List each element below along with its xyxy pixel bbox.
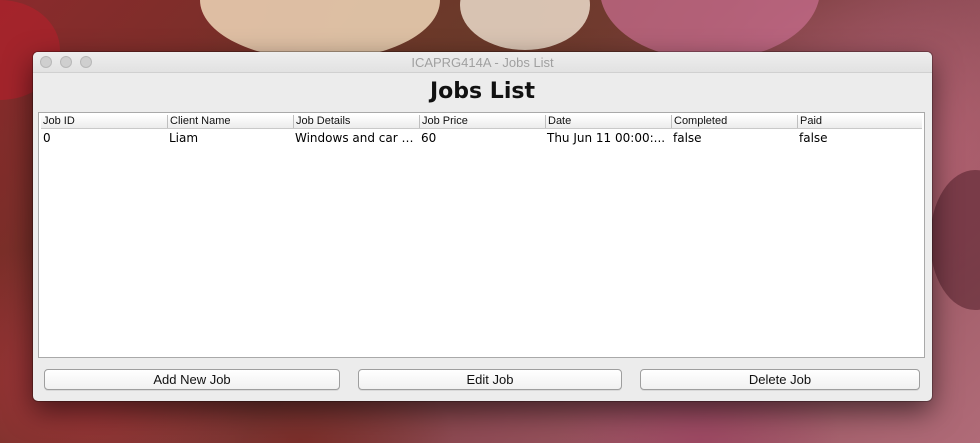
window-titlebar[interactable]: ICAPRG414A - Jobs List [33, 52, 932, 73]
wallpaper-shape [460, 0, 590, 50]
column-header-date[interactable]: Date [545, 115, 671, 128]
cell-date: Thu Jun 11 00:00:... [547, 131, 666, 145]
cell-completed: false [673, 131, 702, 145]
column-header-job-price[interactable]: Job Price [419, 115, 545, 128]
delete-job-button[interactable]: Delete Job [640, 369, 920, 390]
wallpaper-shape [930, 170, 980, 310]
wallpaper-shape [200, 0, 440, 60]
cell-job-details: Windows and car n... [295, 131, 419, 145]
edit-job-button[interactable]: Edit Job [358, 369, 622, 390]
table-row[interactable]: 0 Liam Windows and car n... 60 Thu Jun 1… [41, 130, 922, 146]
column-header-completed[interactable]: Completed [671, 115, 797, 128]
column-header-paid[interactable]: Paid [797, 115, 922, 128]
column-header-client-name[interactable]: Client Name [167, 115, 293, 128]
cell-job-price: 60 [421, 131, 437, 145]
window-title: ICAPRG414A - Jobs List [411, 55, 554, 70]
cell-paid: false [799, 131, 828, 145]
cell-client-name: Liam [169, 131, 199, 145]
cell-job-id: 0 [43, 131, 51, 145]
jobs-list-window: ICAPRG414A - Jobs List Jobs List Job ID … [33, 52, 932, 401]
jobs-table[interactable]: Job ID Client Name Job Details Job Price… [38, 112, 925, 358]
column-header-job-details[interactable]: Job Details [293, 115, 419, 128]
wallpaper-shape [600, 0, 820, 60]
page-title: Jobs List [430, 79, 535, 104]
add-new-job-button[interactable]: Add New Job [44, 369, 340, 390]
table-header: Job ID Client Name Job Details Job Price… [41, 115, 922, 129]
column-header-job-id[interactable]: Job ID [41, 115, 167, 128]
